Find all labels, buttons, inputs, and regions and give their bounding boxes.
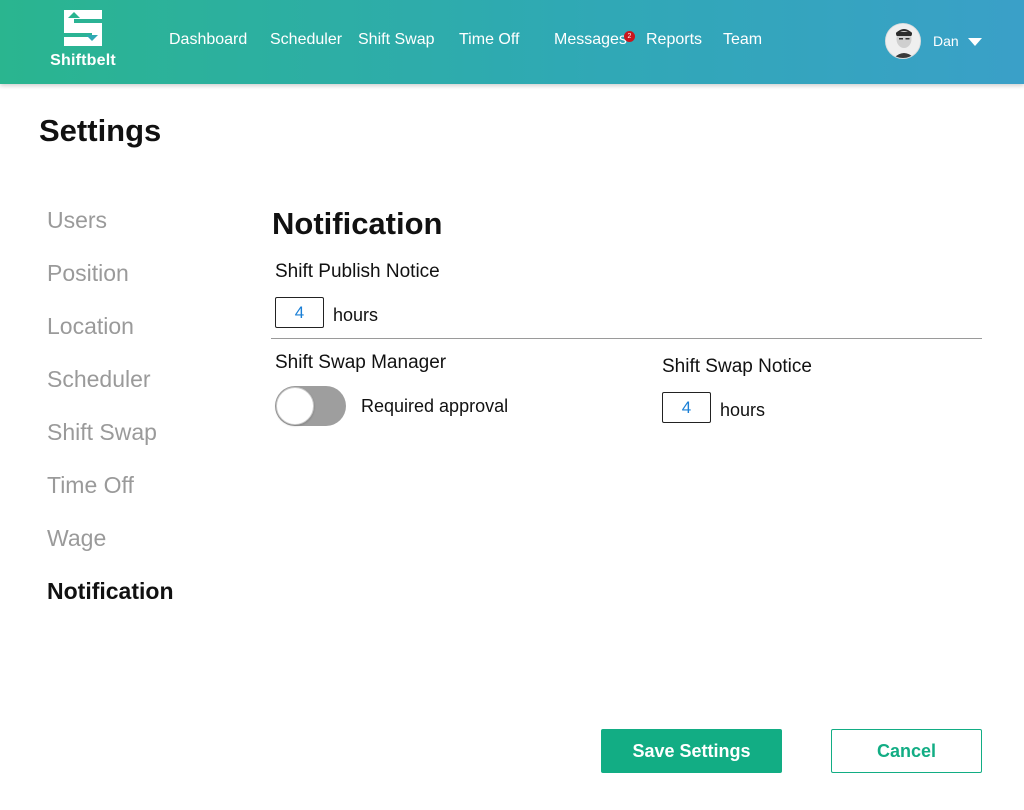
shift-swap-notice-input[interactable]: [662, 392, 711, 423]
shift-publish-notice-input[interactable]: [275, 297, 324, 328]
brand-logo[interactable]: Shiftbelt: [40, 6, 126, 76]
top-navigation-bar: Shiftbelt Dashboard Scheduler Shift Swap…: [0, 0, 1024, 84]
sidebar-item-position[interactable]: Position: [47, 260, 129, 287]
sidebar-item-shift-swap[interactable]: Shift Swap: [47, 419, 157, 446]
shift-swap-notice-unit: hours: [720, 400, 766, 420]
required-approval-toggle[interactable]: [275, 386, 346, 426]
messages-unread-badge: 2: [624, 31, 635, 42]
section-title: Notification: [272, 206, 443, 241]
shift-publish-notice-label: Shift Publish Notice: [275, 261, 440, 282]
nav-messages[interactable]: Messages: [554, 31, 627, 49]
toggle-knob: [276, 387, 314, 425]
sidebar-item-scheduler[interactable]: Scheduler: [47, 366, 151, 393]
nav-reports[interactable]: Reports: [646, 31, 702, 49]
nav-shift-swap[interactable]: Shift Swap: [358, 31, 434, 49]
nav-time-off[interactable]: Time Off: [459, 31, 519, 49]
required-approval-label: Required approval: [361, 396, 509, 416]
user-avatar-portrait: [886, 24, 920, 58]
shift-swap-manager-label: Shift Swap Manager: [275, 352, 447, 373]
section-divider: [271, 338, 982, 339]
shift-swap-notice-label: Shift Swap Notice: [662, 356, 812, 377]
nav-dashboard[interactable]: Dashboard: [169, 31, 247, 49]
cancel-button[interactable]: Cancel: [831, 729, 982, 773]
sidebar-item-wage[interactable]: Wage: [47, 525, 106, 552]
shift-publish-notice-unit: hours: [333, 305, 379, 325]
nav-scheduler[interactable]: Scheduler: [270, 31, 342, 49]
sidebar-item-time-off[interactable]: Time Off: [47, 472, 134, 499]
sidebar-item-notification[interactable]: Notification: [47, 578, 174, 605]
user-avatar-icon[interactable]: [885, 23, 921, 59]
shiftbelt-s-arrows-icon: [64, 10, 102, 46]
page-title: Settings: [39, 113, 162, 148]
sidebar-item-location[interactable]: Location: [47, 313, 134, 340]
brand-name: Shiftbelt: [50, 52, 116, 69]
user-name[interactable]: Dan: [933, 33, 959, 49]
sidebar-item-users[interactable]: Users: [47, 207, 107, 234]
caret-down-icon[interactable]: [968, 38, 982, 46]
nav-team[interactable]: Team: [723, 31, 762, 49]
save-settings-button[interactable]: Save Settings: [601, 729, 782, 773]
